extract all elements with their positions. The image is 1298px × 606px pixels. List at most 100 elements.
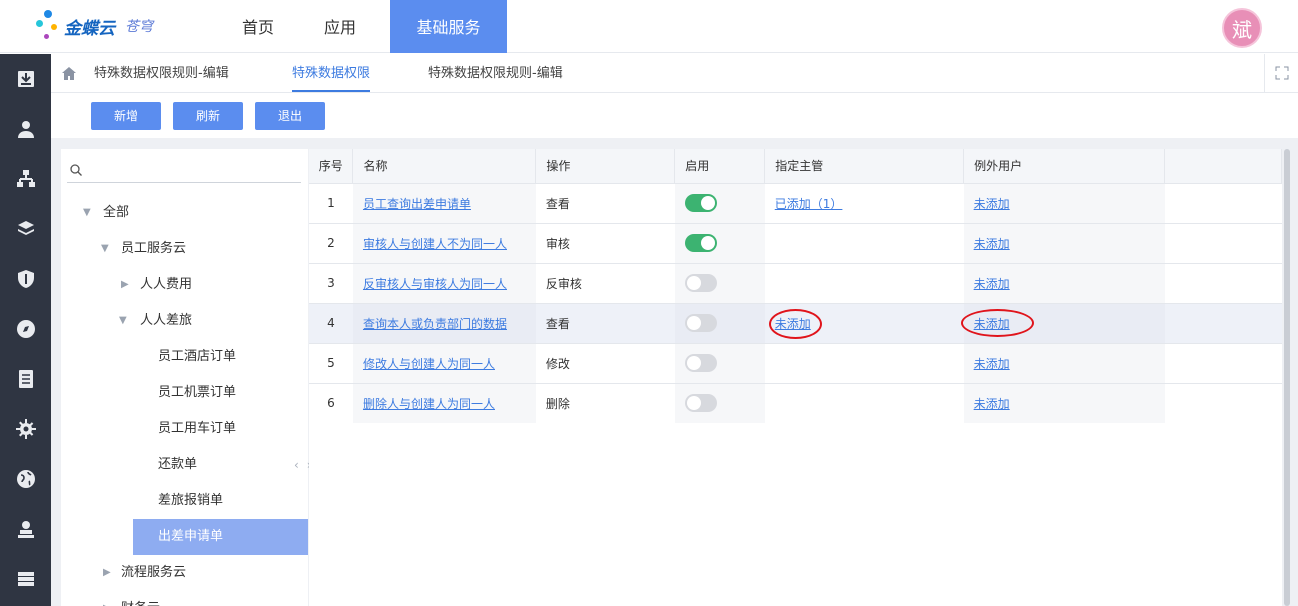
spacer-cell: [1164, 262, 1282, 303]
avatar[interactable]: 斌: [1222, 8, 1262, 48]
add-button[interactable]: 新增: [91, 102, 161, 130]
enabled-toggle[interactable]: [684, 234, 717, 252]
nav-basic-services[interactable]: 基础服务: [390, 0, 508, 53]
exception-user-link[interactable]: 未添加: [974, 237, 1010, 251]
row-index: 1: [309, 182, 353, 223]
tree-node-hotel-order[interactable]: 员工酒店订单: [61, 339, 308, 375]
expanded-arrow-icon[interactable]: ▼: [83, 195, 91, 231]
tree-node-process-cloud[interactable]: ▶ 流程服务云: [61, 555, 308, 591]
enabled-toggle[interactable]: [684, 314, 717, 332]
tree-node-flight-order[interactable]: 员工机票订单: [61, 375, 308, 411]
rule-name-link[interactable]: 修改人与创建人为同一人: [363, 357, 495, 371]
table-row[interactable]: 2 审核人与创建人不为同一人 审核 未添加: [309, 222, 1282, 263]
tree-node-label: 差旅报销单: [158, 493, 224, 508]
operation-cell: 查看: [535, 302, 675, 343]
collapsed-arrow-icon[interactable]: ▶: [103, 555, 111, 591]
rule-name-link[interactable]: 员工查询出差申请单: [363, 197, 471, 211]
rule-name-link[interactable]: 删除人与创建人为同一人: [363, 397, 495, 411]
top-nav: 首页 应用 基础服务: [217, 0, 508, 53]
tree-node-label: 还款单: [158, 457, 198, 472]
toolbar: 新增 刷新 退出: [51, 93, 1298, 138]
tree-node-label: 全部: [103, 205, 130, 220]
org-chart-icon[interactable]: [0, 154, 51, 204]
operation-cell: 删除: [535, 382, 675, 423]
tab-rule-edit-2[interactable]: 特殊数据权限规则-编辑: [428, 54, 563, 92]
tree-node-trip-request[interactable]: 出差申请单: [133, 519, 308, 555]
enabled-toggle[interactable]: [684, 274, 717, 292]
tree-node-label: 员工服务云: [121, 241, 187, 256]
layers-icon[interactable]: [0, 204, 51, 254]
table-row[interactable]: 1 员工查询出差申请单 查看 已添加（1） 未添加: [309, 182, 1282, 223]
tree-node-label: 财务云: [121, 591, 160, 606]
manager-link[interactable]: 已添加（1）: [775, 197, 843, 211]
exit-button[interactable]: 退出: [255, 102, 325, 130]
person-stamp-icon[interactable]: [0, 504, 51, 554]
exception-user-link[interactable]: 未添加: [974, 197, 1010, 211]
enabled-toggle[interactable]: [684, 194, 717, 212]
enabled-toggle[interactable]: [684, 354, 717, 372]
home-icon[interactable]: [61, 66, 77, 82]
col-name-header[interactable]: 名称: [352, 149, 537, 183]
tree-node-label: 人人费用: [140, 277, 193, 292]
download-icon[interactable]: [0, 54, 51, 104]
logo-mark-icon: [36, 10, 60, 42]
row-index: 6: [309, 382, 353, 423]
tree-node-repayment[interactable]: 还款单: [61, 447, 308, 483]
col-exception-header[interactable]: 例外用户: [963, 149, 1166, 183]
operation-cell: 修改: [535, 342, 675, 383]
server-icon[interactable]: [0, 554, 51, 604]
spacer-cell: [1164, 342, 1282, 383]
col-manager-header[interactable]: 指定主管: [764, 149, 965, 183]
enabled-toggle[interactable]: [684, 394, 717, 413]
brand-logo[interactable]: 金蝶云 苍穹: [36, 10, 153, 42]
rule-name-link[interactable]: 反审核人与审核人为同一人: [363, 277, 507, 291]
exception-user-link[interactable]: 未添加: [974, 357, 1010, 371]
operation-cell: 查看: [535, 182, 675, 223]
globe-icon[interactable]: [0, 454, 51, 504]
expanded-arrow-icon[interactable]: ▼: [119, 303, 127, 339]
tree-node-travel[interactable]: ▼ 人人差旅: [61, 303, 308, 339]
col-enabled-header[interactable]: 启用: [674, 149, 766, 183]
spacer-cell: [1164, 222, 1282, 263]
spacer-cell: [1164, 382, 1282, 423]
top-bar: 金蝶云 苍穹 首页 应用 基础服务 斌: [0, 0, 1298, 53]
brand-sub: 苍穹: [125, 19, 153, 35]
annotation-circle-manager: [769, 309, 822, 339]
rule-name-link[interactable]: 查询本人或负责部门的数据: [363, 317, 507, 331]
expanded-arrow-icon[interactable]: ▼: [101, 231, 109, 267]
refresh-button[interactable]: 刷新: [173, 102, 243, 130]
table-row[interactable]: 6 删除人与创建人为同一人 删除 未添加: [309, 382, 1282, 423]
nav-apps[interactable]: 应用: [299, 0, 381, 53]
tree-node-travel-reimbursement[interactable]: 差旅报销单: [61, 483, 308, 519]
exception-user-link[interactable]: 未添加: [974, 277, 1010, 291]
col-spacer-header: [1164, 149, 1282, 183]
fullscreen-icon[interactable]: [1264, 54, 1298, 92]
exception-user-link[interactable]: 未添加: [974, 397, 1010, 411]
document-icon[interactable]: [0, 354, 51, 404]
tab-special-data-permission[interactable]: 特殊数据权限: [292, 54, 371, 92]
category-tree: ▼ 全部 ▼ 员工服务云 ▶ 人人费用 ▼ 人人差旅 员工酒店订单 员工机票订单…: [61, 149, 308, 606]
table-row[interactable]: 5 修改人与创建人为同一人 修改 未添加: [309, 342, 1282, 383]
compass-icon[interactable]: [0, 304, 51, 354]
gear-icon[interactable]: [0, 404, 51, 454]
spacer-cell: [1164, 182, 1282, 223]
collapsed-arrow-icon[interactable]: ▶: [103, 591, 111, 606]
tree-node-finance-cloud[interactable]: ▶ 财务云: [61, 591, 308, 606]
rule-name-link[interactable]: 审核人与创建人不为同一人: [363, 237, 507, 251]
tree-node-label: 流程服务云: [121, 565, 187, 580]
tree-search-input[interactable]: [67, 157, 301, 183]
tree-node-car-order[interactable]: 员工用车订单: [61, 411, 308, 447]
vertical-scrollbar[interactable]: [1284, 149, 1290, 606]
shield-icon[interactable]: [0, 254, 51, 304]
collapsed-arrow-icon[interactable]: ▶: [121, 267, 129, 303]
user-icon[interactable]: [0, 104, 51, 154]
tab-rule-edit-1[interactable]: 特殊数据权限规则-编辑: [94, 54, 229, 92]
tree-node-expenses[interactable]: ▶ 人人费用: [61, 267, 308, 303]
tree-node-all[interactable]: ▼ 全部: [61, 195, 308, 231]
table-row[interactable]: 3 反审核人与审核人为同一人 反审核 未添加: [309, 262, 1282, 303]
nav-home[interactable]: 首页: [217, 0, 299, 53]
tree-node-label: 员工机票订单: [158, 385, 237, 400]
col-op-header[interactable]: 操作: [535, 149, 676, 183]
tree-node-employee-cloud[interactable]: ▼ 员工服务云: [61, 231, 308, 267]
col-index-header: 序号: [309, 149, 354, 183]
